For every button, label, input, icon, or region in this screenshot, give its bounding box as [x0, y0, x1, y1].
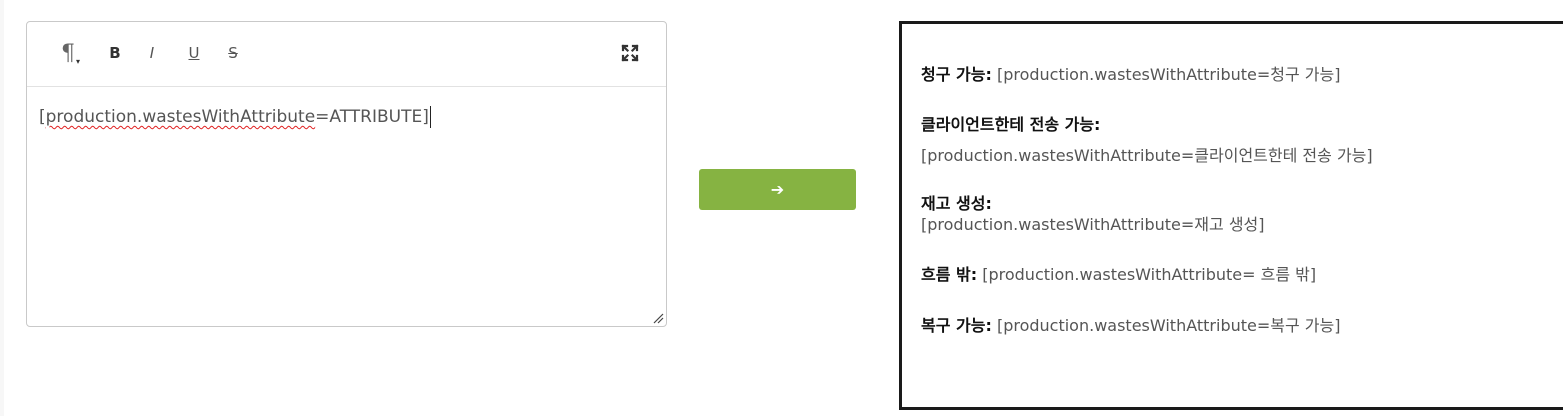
strikethrough-button[interactable]: S — [222, 40, 244, 66]
fullscreen-button[interactable] — [617, 40, 643, 66]
preview-item-value: [production.wastesWithAttribute=클라이언트한테 … — [921, 146, 1373, 165]
resize-grip-icon[interactable] — [652, 312, 664, 324]
arrow-right-icon: ➔ — [770, 180, 785, 199]
preview-item-label-row: 클라이언트한테 전송 가능: — [921, 111, 1100, 135]
preview-panel: 청구 가능: [production.wastesWithAttribute=청… — [899, 21, 1563, 410]
editor-content[interactable]: [production.wastesWithAttribute=ATTRIBUT… — [39, 106, 431, 128]
preview-item-value: [production.wastesWithAttribute=재고 생성] — [921, 215, 1265, 234]
open-bracket: [ — [39, 107, 46, 127]
paragraph-format-button[interactable]: ¶ ▾ — [51, 40, 85, 67]
preview-item-value: [production.wastesWithAttribute= 흐름 밖] — [982, 265, 1317, 284]
chevron-down-icon: ▾ — [76, 57, 81, 66]
page: ¶ ▾ B I U S [production.wastesWithAttrib… — [0, 0, 1563, 416]
misspelled-token: production.wastesWithAttribute — [45, 107, 316, 127]
convert-button[interactable]: ➔ — [699, 169, 856, 210]
editor-toolbar: ¶ ▾ B I U S — [27, 22, 666, 87]
preview-item-label: 청구 가능: — [921, 65, 992, 84]
italic-button[interactable]: I — [142, 40, 162, 66]
preview-item: 청구 가능: [production.wastesWithAttribute=청… — [921, 61, 1340, 85]
preview-item-value: [production.wastesWithAttribute=복구 가능] — [996, 316, 1341, 335]
left-strip — [0, 0, 4, 416]
text-cursor — [429, 106, 431, 128]
preview-item-value: [production.wastesWithAttribute=청구 가능] — [996, 65, 1341, 84]
preview-item-value-row: [production.wastesWithAttribute=재고 생성] — [921, 211, 1265, 235]
underline-button[interactable]: U — [183, 40, 205, 66]
preview-item-value-row: [production.wastesWithAttribute=클라이언트한테 … — [921, 142, 1373, 166]
preview-item: 복구 가능: [production.wastesWithAttribute=복… — [921, 312, 1340, 336]
rich-text-editor[interactable]: ¶ ▾ B I U S [production.wastesWithAttrib… — [26, 21, 667, 327]
preview-item-label: 클라이언트한테 전송 가능: — [921, 115, 1101, 134]
paragraph-icon: ¶ — [61, 40, 75, 66]
preview-item-label: 복구 가능: — [921, 316, 992, 335]
bold-button[interactable]: B — [105, 40, 125, 66]
fullscreen-icon — [621, 44, 639, 62]
preview-item: 흐름 밖: [production.wastesWithAttribute= 흐… — [921, 261, 1316, 285]
token-attribute: =ATTRIBUTE] — [315, 107, 429, 127]
preview-item-label: 흐름 밖: — [921, 265, 978, 284]
